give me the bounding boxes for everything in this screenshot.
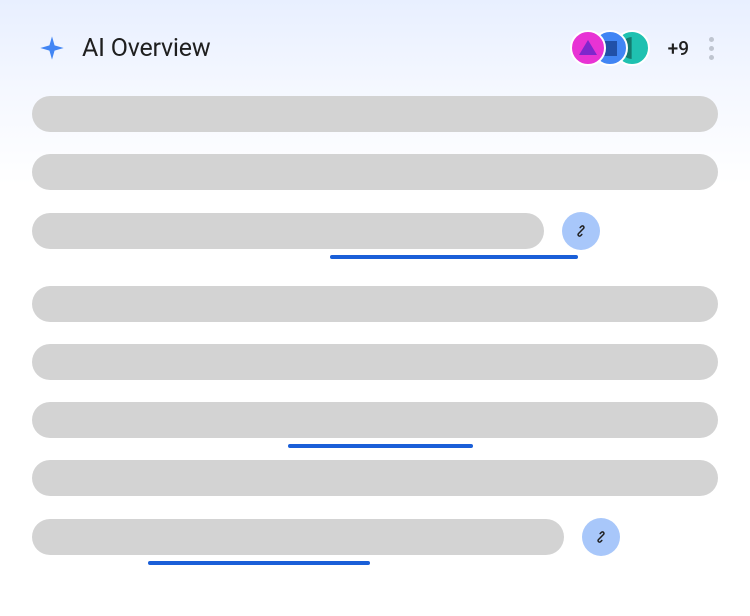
header: AI Overview +9 bbox=[0, 0, 750, 86]
sources-avatar-group[interactable] bbox=[570, 30, 650, 66]
sources-overflow-count[interactable]: +9 bbox=[668, 37, 689, 60]
placeholder-line bbox=[32, 519, 564, 555]
content bbox=[0, 86, 750, 556]
header-right: +9 bbox=[570, 30, 720, 66]
placeholder-line-with-link bbox=[32, 518, 718, 556]
placeholder-line bbox=[32, 213, 544, 249]
placeholder-line bbox=[32, 460, 718, 496]
placeholder-line-with-link bbox=[32, 212, 718, 250]
source-avatar bbox=[570, 30, 606, 66]
link-icon bbox=[592, 528, 610, 546]
placeholder-line bbox=[32, 96, 718, 132]
placeholder-line bbox=[32, 154, 718, 190]
link-underline bbox=[288, 444, 473, 448]
source-link-button[interactable] bbox=[562, 212, 600, 250]
header-left: AI Overview bbox=[38, 34, 210, 63]
placeholder-line bbox=[32, 286, 718, 322]
content-block bbox=[32, 286, 718, 556]
placeholder-line bbox=[32, 402, 718, 438]
more-menu-icon[interactable] bbox=[703, 31, 720, 66]
link-underline bbox=[148, 561, 370, 565]
placeholder-line bbox=[32, 344, 718, 380]
source-link-button[interactable] bbox=[582, 518, 620, 556]
content-block bbox=[32, 96, 718, 250]
sparkle-icon bbox=[38, 34, 66, 62]
page-title: AI Overview bbox=[82, 34, 210, 63]
link-underline bbox=[330, 255, 578, 259]
link-icon bbox=[572, 222, 590, 240]
